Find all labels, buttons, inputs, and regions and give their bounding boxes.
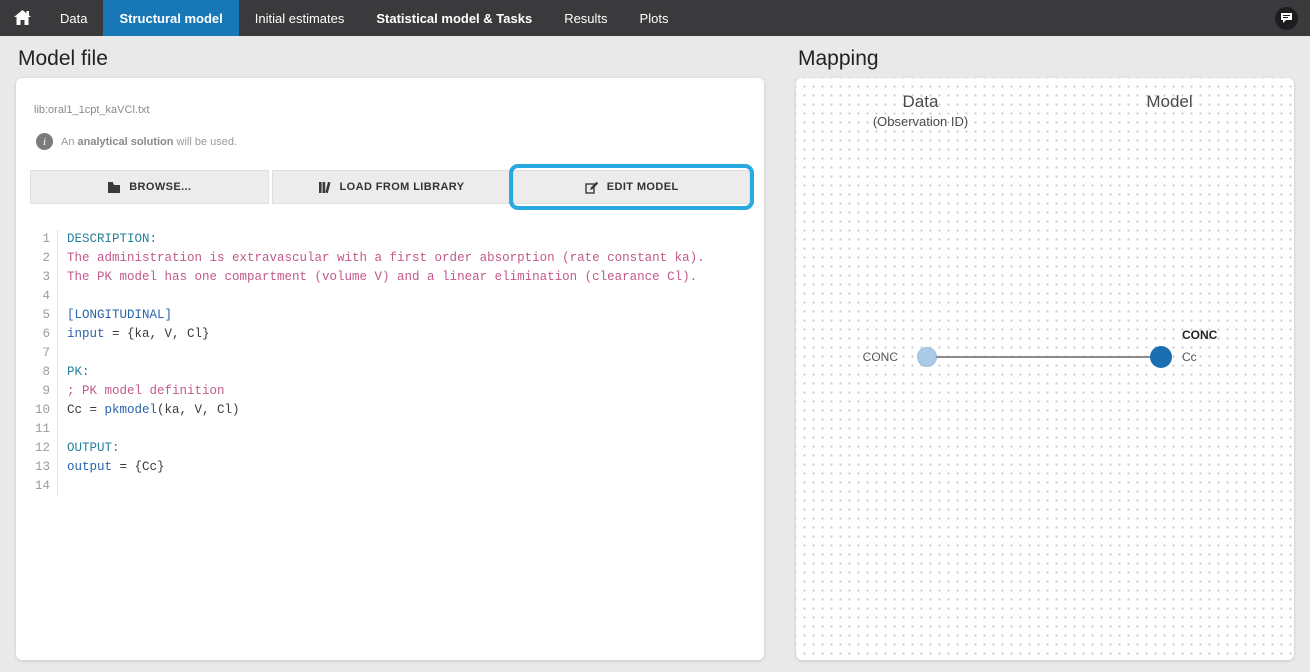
model-output-label: CONC xyxy=(1182,328,1217,343)
code-editor[interactable]: 1DESCRIPTION:2The administration is extr… xyxy=(30,230,750,496)
code-line: 4 xyxy=(30,287,750,306)
connection-line xyxy=(936,356,1152,358)
code-line: 5[LONGITUDINAL] xyxy=(30,306,750,325)
tab-data[interactable]: Data xyxy=(44,0,103,36)
mapping-title: Mapping xyxy=(798,47,1294,71)
model-output-labels: CONC Cc xyxy=(1182,328,1217,365)
edit-pencil-icon xyxy=(585,181,599,194)
info-text: An analytical solution will be used. xyxy=(61,136,237,148)
tab-initial-estimates[interactable]: Initial estimates xyxy=(239,0,361,36)
code-line: 11 xyxy=(30,420,750,439)
chat-icon xyxy=(1280,12,1293,24)
tab-plots[interactable]: Plots xyxy=(624,0,685,36)
code-line: 12OUTPUT: xyxy=(30,439,750,458)
data-observation-label: CONC xyxy=(796,350,914,364)
home-icon xyxy=(14,10,31,26)
nav-tabs: DataStructural modelInitial estimatesSta… xyxy=(44,0,684,36)
edit-model-button-label: EDIT MODEL xyxy=(607,181,679,193)
code-line: 6input = {ka, V, Cl} xyxy=(30,325,750,344)
data-column-header: Data xyxy=(796,92,1045,112)
load-from-library-button[interactable]: LOAD FROM LIBRARY xyxy=(272,170,511,204)
edit-model-highlight: EDIT MODEL xyxy=(513,170,750,204)
code-line: 14 xyxy=(30,477,750,496)
nav-right xyxy=(1275,0,1310,36)
model-file-section: Model file lib:oral1_1cpt_kaVCl.txt i An… xyxy=(16,42,764,660)
code-line: 7 xyxy=(30,344,750,363)
model-file-title: Model file xyxy=(18,47,764,71)
model-node[interactable] xyxy=(1150,346,1172,368)
mapping-card: Data (Observation ID) Model CONC CONC Cc xyxy=(796,78,1294,660)
code-line: 9; PK model definition xyxy=(30,382,750,401)
data-column-subheader: (Observation ID) xyxy=(796,114,1045,129)
chat-button[interactable] xyxy=(1275,7,1298,30)
code-line: 2The administration is extravascular wit… xyxy=(30,249,750,268)
model-column: Model xyxy=(1045,92,1294,129)
code-line: 1DESCRIPTION: xyxy=(30,230,750,249)
code-line: 13output = {Cc} xyxy=(30,458,750,477)
info-row: i An analytical solution will be used. xyxy=(36,133,750,150)
edit-model-button[interactable]: EDIT MODEL xyxy=(513,170,750,204)
model-column-header: Model xyxy=(1045,92,1294,112)
model-file-card: lib:oral1_1cpt_kaVCl.txt i An analytical… xyxy=(16,78,764,660)
home-button[interactable] xyxy=(0,0,44,36)
code-line: 10Cc = pkmodel(ka, V, Cl) xyxy=(30,401,750,420)
model-file-actions: BROWSE... LOAD FROM LIBRARY xyxy=(30,170,750,204)
mapping-connection-row: CONC CONC Cc xyxy=(796,337,1294,377)
top-nav: DataStructural modelInitial estimatesSta… xyxy=(0,0,1310,36)
load-from-library-button-label: LOAD FROM LIBRARY xyxy=(340,181,465,193)
library-file-name: lib:oral1_1cpt_kaVCl.txt xyxy=(34,104,750,116)
browse-button[interactable]: BROWSE... xyxy=(30,170,269,204)
tab-statistical-model-tasks[interactable]: Statistical model & Tasks xyxy=(360,0,548,36)
model-output-sublabel: Cc xyxy=(1182,349,1217,365)
folder-icon xyxy=(107,181,121,194)
code-line: 8PK: xyxy=(30,363,750,382)
code-line: 3The PK model has one compartment (volum… xyxy=(30,268,750,287)
mapping-section: Mapping Data (Observation ID) Model CONC… xyxy=(796,42,1294,660)
data-column: Data (Observation ID) xyxy=(796,92,1045,129)
info-icon: i xyxy=(36,133,53,150)
data-node[interactable] xyxy=(917,347,937,367)
tab-results[interactable]: Results xyxy=(548,0,623,36)
main-content: Model file lib:oral1_1cpt_kaVCl.txt i An… xyxy=(0,36,1310,672)
tab-structural-model[interactable]: Structural model xyxy=(103,0,238,36)
browse-button-label: BROWSE... xyxy=(129,181,191,193)
mapping-headers: Data (Observation ID) Model xyxy=(796,78,1294,129)
library-books-icon xyxy=(318,181,332,194)
